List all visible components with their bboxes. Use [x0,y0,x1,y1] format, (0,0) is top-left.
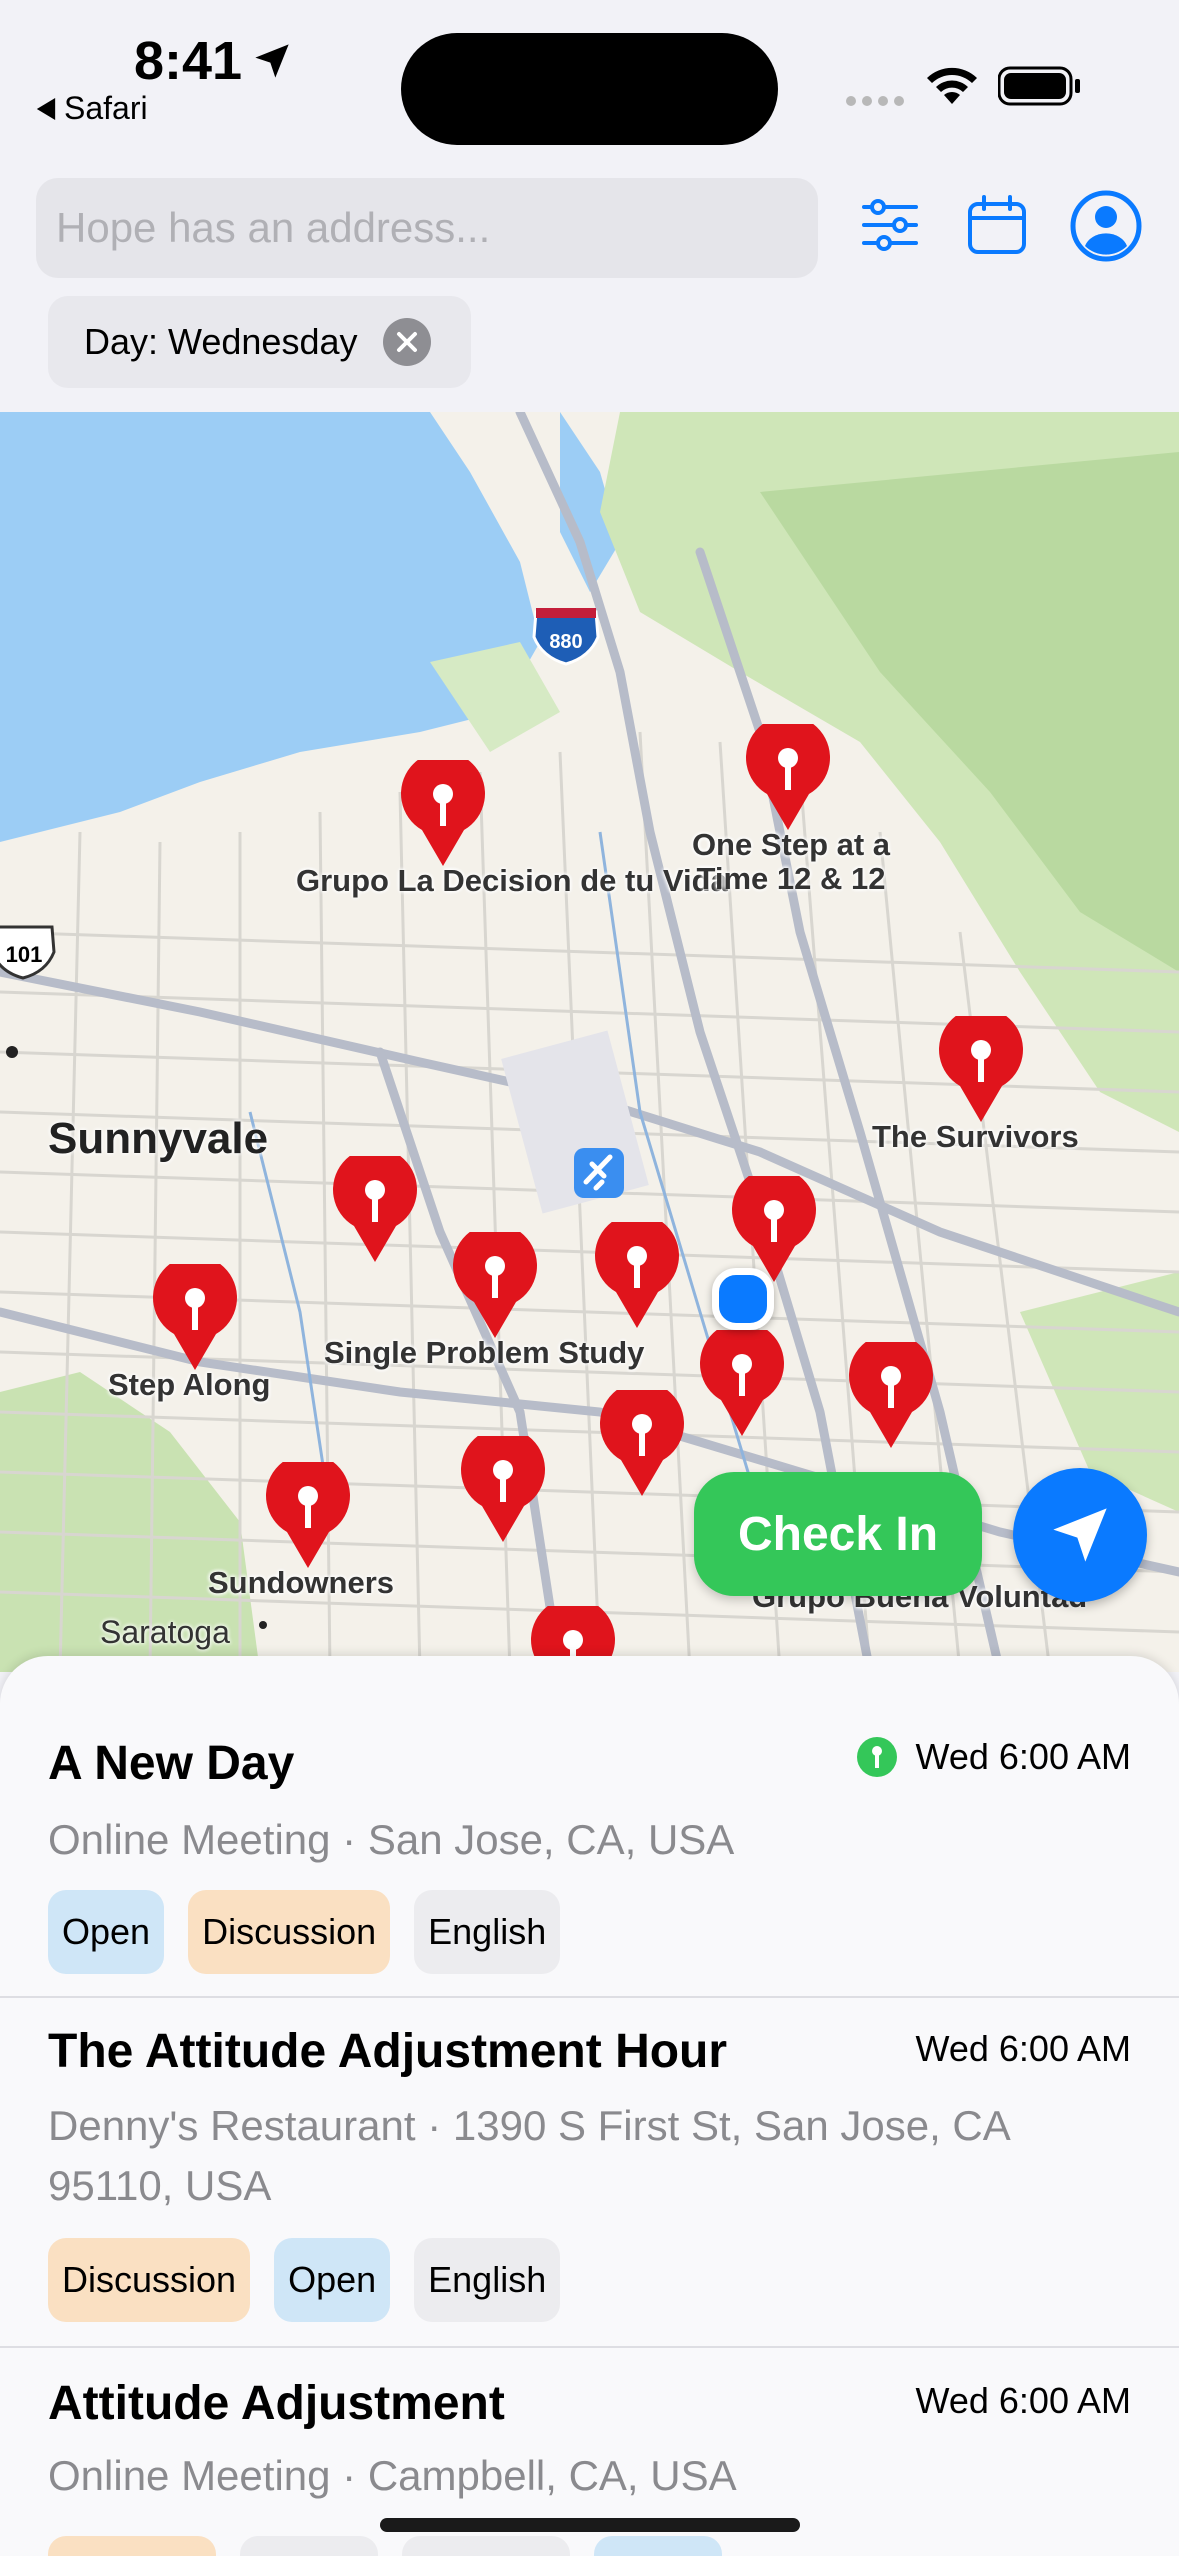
tag-badge [240,2536,378,2556]
locate-me-button[interactable] [1013,1468,1147,1602]
clear-filter-button[interactable] [383,318,432,366]
tag-badge: Discussion [188,1890,391,1974]
meeting-pin[interactable] [697,1330,787,1440]
location-arrow-icon [1053,1508,1107,1562]
location-arrow-icon [255,44,289,78]
meeting-pin[interactable] [450,1232,540,1342]
pin-marker-icon [856,1737,897,1777]
pin-label-step-along: Step Along [108,1367,271,1402]
tag-badge: English [414,1890,561,1974]
meeting-pin[interactable] [743,724,833,834]
meeting-time: Wed 6:00 AM [915,2380,1131,2421]
status-bar: 8:41 Safari [0,0,1179,170]
meeting-list-sheet[interactable]: A New Day Wed 6:00 AM Online Meeting · S… [0,1656,1179,2556]
meeting-time: Wed 6:00 AM [856,1736,1131,1778]
city-label-sunnyvale: Sunnyvale [48,1114,269,1163]
tag-badge: Open [48,1890,165,1974]
meeting-row[interactable]: The Attitude Adjustment Hour Wed 6:00 AM… [0,1996,1179,2348]
home-indicator [380,2518,800,2532]
pin-label-one-step: One Step at a Time 12 & 12 [691,827,891,896]
wifi-icon [927,67,977,104]
back-triangle-icon [36,97,56,120]
back-to-app-link[interactable]: Safari [36,90,148,127]
battery-icon [998,66,1080,106]
filter-button[interactable] [855,190,925,260]
meeting-pin[interactable] [936,1016,1026,1126]
day-filter-chip[interactable]: Day: Wednesday [48,296,472,388]
meeting-row[interactable]: A New Day Wed 6:00 AM Online Meeting · S… [0,1656,1179,1998]
meeting-tags [48,2536,722,2556]
meeting-pin[interactable] [330,1156,420,1266]
search-input[interactable] [36,178,818,278]
meeting-tags: Discussion Open English [48,2238,561,2322]
pin-label-the-survivors: The Survivors [872,1119,1079,1154]
meeting-pin[interactable] [597,1390,687,1500]
meeting-pin[interactable] [458,1436,548,1546]
calendar-icon [968,195,1026,254]
cellular-signal-icon [846,96,904,106]
meeting-pin[interactable] [846,1342,936,1452]
search-bar [36,178,818,278]
meeting-pin[interactable] [592,1222,682,1332]
meeting-title: The Attitude Adjustment Hour [48,2025,728,2078]
pin-label-sundowners: Sundowners [208,1565,395,1600]
close-icon [397,332,418,352]
pin-label-grupo-la-decision: Grupo La Decision de tu Vida [296,863,728,898]
current-location-dot [712,1268,774,1330]
profile-button[interactable] [1068,188,1144,264]
tag-badge: Open [274,2238,391,2322]
meeting-title: A New Day [48,1737,295,1790]
tag-badge [594,2536,722,2556]
city-label-saratoga: Saratoga [100,1614,230,1650]
meeting-pin[interactable] [398,760,488,870]
map-view[interactable]: 880 101 Sunnyvale Saratoga Grupo La Deci… [0,412,1179,1672]
calendar-button[interactable] [962,190,1032,260]
clock: 8:41 [134,30,292,92]
meeting-tags: Open Discussion English [48,1890,561,1974]
svg-text:101: 101 [6,942,43,967]
day-filter-label: Day: Wednesday [84,321,358,362]
meeting-location: Online Meeting · Campbell, CA, USA [48,2452,737,2499]
sliders-icon [862,199,918,251]
meeting-pin[interactable] [150,1264,240,1374]
person-circle-icon [1070,190,1142,262]
tag-badge: Discussion [48,2238,251,2322]
check-in-button[interactable]: Check In [694,1472,982,1596]
header: Day: Wednesday [0,170,1179,412]
tag-badge [48,2536,216,2556]
dynamic-island [401,33,778,145]
meeting-time: Wed 6:00 AM [915,2028,1131,2069]
pin-label-single-problem: Single Problem Study [324,1335,645,1370]
tag-badge [402,2536,570,2556]
meeting-location: Online Meeting · San Jose, CA, USA [48,1816,735,1863]
svg-text:880: 880 [549,631,582,653]
meeting-title: Attitude Adjustment [48,2377,505,2430]
tag-badge: English [414,2238,561,2322]
meeting-pin[interactable] [263,1462,353,1572]
meeting-location: Denny's Restaurant · 1390 S First St, Sa… [48,2102,1009,2209]
